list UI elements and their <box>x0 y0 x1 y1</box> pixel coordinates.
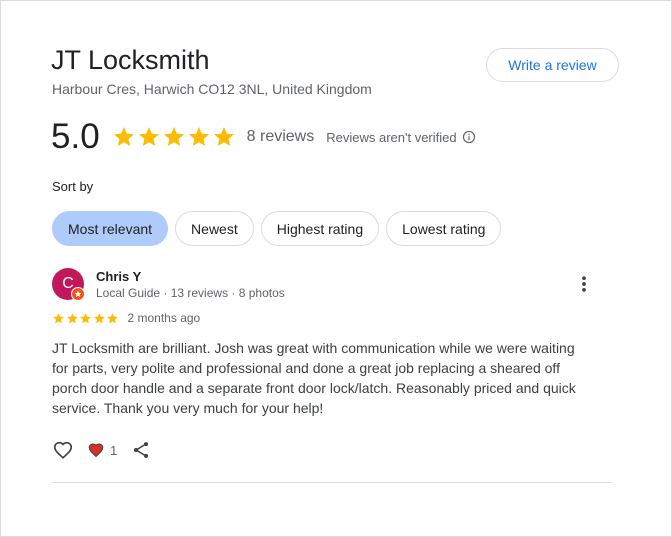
star-icon <box>213 127 234 146</box>
share-icon <box>134 442 149 458</box>
star-icon <box>107 312 118 323</box>
divider <box>52 482 612 483</box>
star-icon <box>163 127 184 146</box>
sort-chip-lowest-rating[interactable]: Lowest rating <box>386 211 502 246</box>
verification-note: Reviews aren't verified <box>326 130 475 145</box>
verification-note-text: Reviews aren't verified <box>326 129 457 145</box>
star-icon <box>113 127 134 146</box>
star-icon <box>138 127 159 146</box>
sort-chips: Most relevant Newest Highest rating Lowe… <box>52 211 502 246</box>
sort-by-label: Sort by <box>52 179 94 194</box>
reaction-count: 1 <box>110 442 118 458</box>
star-icon <box>188 127 209 146</box>
sort-chip-newest[interactable]: Newest <box>175 211 254 246</box>
business-address: Harbour Cres, Harwich CO12 3NL, United K… <box>52 81 372 97</box>
reviewer-meta: Local Guide · 13 reviews · 8 photos <box>96 286 285 300</box>
review-stars: 2 months ago <box>52 311 200 325</box>
review-date: 2 months ago <box>127 311 201 325</box>
review-count[interactable]: 8 reviews <box>247 128 315 146</box>
rating-value: 5.0 <box>51 117 100 156</box>
review-panel: JT Locksmith Harbour Cres, Harwich CO12 … <box>0 0 672 537</box>
more-options-button[interactable] <box>572 272 596 296</box>
share-button[interactable] <box>131 440 151 460</box>
review-text: JT Locksmith are brilliant. Josh was gre… <box>52 340 576 416</box>
reaction-button[interactable]: 1 <box>87 441 117 459</box>
heart-filled-icon <box>88 443 104 458</box>
star-icon <box>93 312 105 323</box>
business-name: JT Locksmith <box>51 45 210 75</box>
star-icon <box>66 312 78 323</box>
sort-chip-highest-rating[interactable]: Highest rating <box>260 211 380 246</box>
rating-stars <box>112 125 236 149</box>
local-guide-badge-icon <box>71 287 85 301</box>
review-actions: 1 <box>52 439 151 461</box>
reviewer-name[interactable]: Chris Y <box>96 269 141 284</box>
star-icon <box>80 312 91 323</box>
sort-chip-most-relevant[interactable]: Most relevant <box>52 211 169 246</box>
like-button[interactable] <box>52 439 74 461</box>
star-icon <box>53 312 64 323</box>
write-review-button[interactable]: Write a review <box>486 48 619 82</box>
rating-summary: 5.0 8 reviews Reviews aren't verified <box>51 115 476 159</box>
more-vert-icon <box>582 276 586 292</box>
info-icon[interactable] <box>462 130 476 144</box>
heart-outline-icon <box>53 441 73 459</box>
